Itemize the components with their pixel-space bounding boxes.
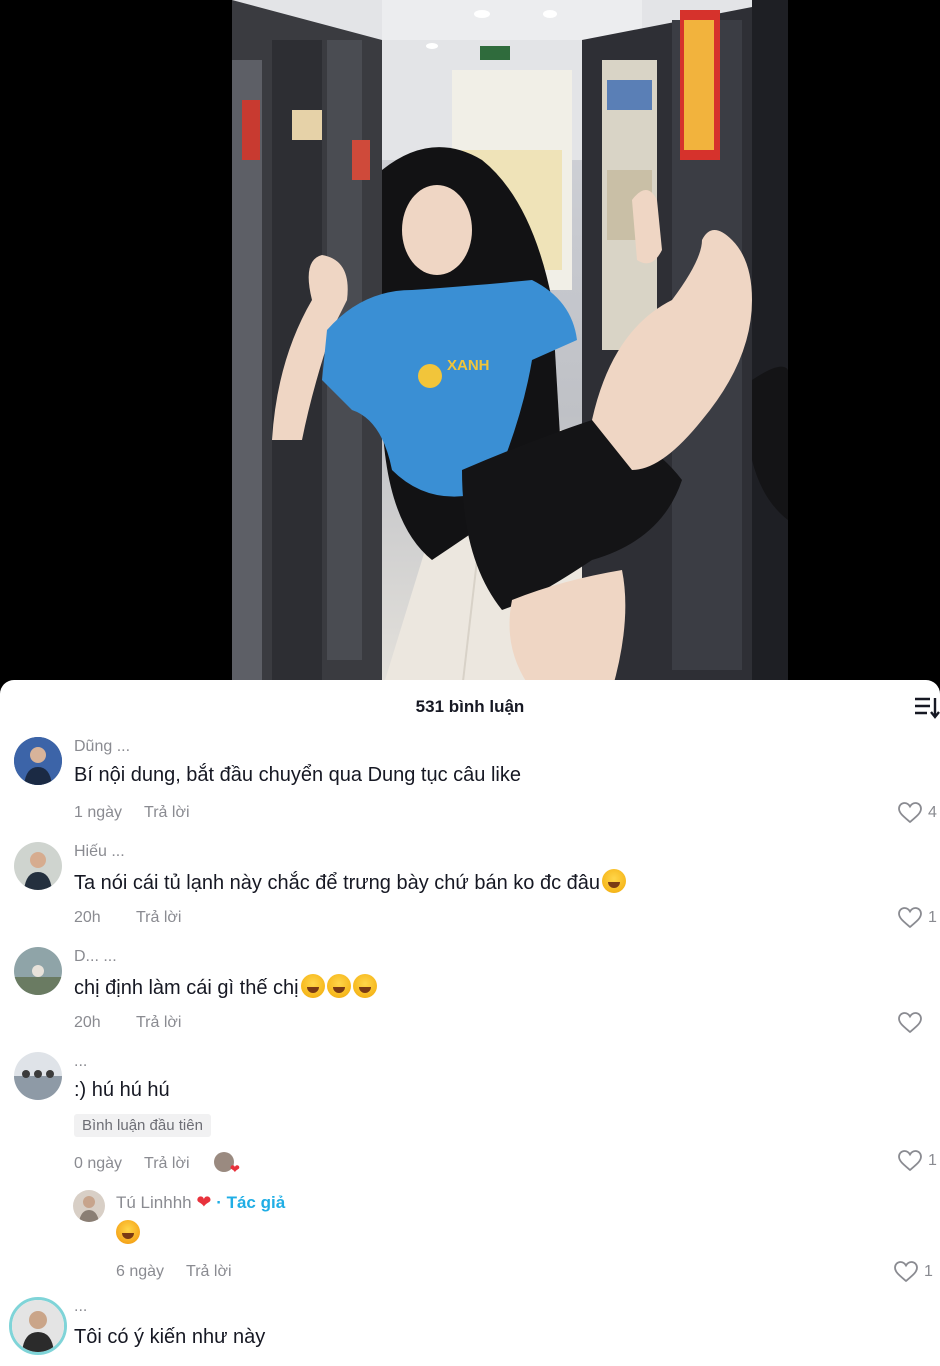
rofl-emoji-icon xyxy=(602,869,626,893)
reply-button[interactable]: Trả lời xyxy=(136,909,181,926)
sort-list-icon[interactable] xyxy=(914,695,940,719)
creator-liked-avatar: ❤ xyxy=(213,1152,240,1176)
like-button[interactable]: 4 xyxy=(898,802,938,824)
avatar[interactable] xyxy=(14,947,62,995)
comment-username: Tú Linhhh ❤ · Tác giả xyxy=(116,1192,285,1213)
reply-button[interactable]: Trả lời xyxy=(144,804,189,821)
laughing-emoji-icon xyxy=(300,974,325,998)
like-count: 1 xyxy=(928,909,937,926)
reply-item: Tú Linhhh ❤ · Tác giả 6 ngày Trả lời 1 xyxy=(0,1190,940,1300)
reply-button[interactable]: Trả lời xyxy=(186,1263,231,1280)
heart-outline-icon xyxy=(898,907,922,929)
comment-item: ... Tôi có ý kiến như này xyxy=(0,1297,940,1366)
comment-username[interactable]: Dũng ... xyxy=(74,738,130,756)
avatar[interactable] xyxy=(14,842,62,890)
comment-item: Dũng ... Bí nội dung, bắt đầu chuyển qua… xyxy=(0,736,940,836)
comment-meta: 20h Trả lời xyxy=(74,909,181,927)
comment-text xyxy=(116,1220,140,1246)
comment-time: 20h xyxy=(74,909,101,926)
comment-time: 1 ngày xyxy=(74,804,123,821)
comment-text-body: chị định làm cái gì thế chị xyxy=(74,977,299,999)
comment-text: Bí nội dung, bắt đầu chuyển qua Dung tục… xyxy=(74,764,521,786)
comment-item: D... ... chị định làm cái gì thế chị 20h… xyxy=(0,946,940,1046)
comment-meta: 20h Trả lời xyxy=(74,1014,181,1032)
comment-meta: 1 ngày Trả lời xyxy=(74,804,190,822)
author-avatar[interactable] xyxy=(73,1190,105,1222)
comments-count-title: 531 bình luận xyxy=(415,697,525,716)
author-tag: · Tác giả xyxy=(216,1193,286,1212)
like-count: 1 xyxy=(928,1152,937,1169)
comment-time: 6 ngày xyxy=(116,1263,165,1280)
like-count: 4 xyxy=(928,804,937,821)
heart-filled-icon: ❤ xyxy=(229,1162,240,1176)
red-heart-emoji-icon: ❤ xyxy=(196,1192,212,1212)
comment-item: Hiếu ... Ta nói cái tủ lạnh này chắc để … xyxy=(0,841,940,941)
comment-username[interactable]: Hiếu ... xyxy=(74,843,125,861)
video-frame[interactable]: XANH xyxy=(232,0,788,690)
like-button[interactable]: 1 xyxy=(898,1150,938,1172)
avatar[interactable] xyxy=(14,1052,62,1100)
heart-outline-icon xyxy=(894,1261,918,1283)
like-count: 1 xyxy=(924,1263,933,1280)
avatar[interactable] xyxy=(9,1297,67,1355)
comment-username[interactable]: D... ... xyxy=(74,948,117,966)
avatar[interactable] xyxy=(14,737,62,785)
comment-text: Tôi có ý kiến như này xyxy=(74,1326,266,1348)
comment-time: 20h xyxy=(74,1014,101,1031)
comment-username[interactable]: ... xyxy=(74,1053,87,1071)
comment-time: 0 ngày xyxy=(74,1155,123,1172)
laughing-emoji-icon xyxy=(352,974,377,998)
heart-outline-icon xyxy=(898,1150,922,1172)
like-button[interactable]: 1 xyxy=(898,907,938,929)
author-name[interactable]: Tú Linhhh xyxy=(116,1193,192,1212)
comment-item: ... :) hú hú hú Bình luận đầu tiên 0 ngà… xyxy=(0,1051,940,1181)
reply-button[interactable]: Trả lời xyxy=(144,1155,189,1172)
comment-meta: 6 ngày Trả lời xyxy=(116,1263,232,1281)
like-button[interactable]: 1 xyxy=(894,1261,934,1283)
comment-text-body: Ta nói cái tủ lạnh này chắc để trưng bày… xyxy=(74,872,600,894)
like-button[interactable] xyxy=(898,1012,938,1034)
laughing-emoji-icon xyxy=(326,974,351,998)
comment-text: chị định làm cái gì thế chị xyxy=(74,974,377,1000)
comment-text: Ta nói cái tủ lạnh này chắc để trưng bày… xyxy=(74,869,626,895)
reply-button[interactable]: Trả lời xyxy=(136,1014,181,1031)
heart-outline-icon xyxy=(898,1012,922,1034)
comment-meta: 0 ngày Trả lời ❤ xyxy=(74,1152,240,1176)
first-comment-badge: Bình luận đầu tiên xyxy=(74,1114,211,1137)
svg-text:XANH: XANH xyxy=(447,357,490,374)
smiling-hearts-emoji-icon xyxy=(116,1220,140,1244)
video-player[interactable]: XANH xyxy=(0,0,940,690)
comment-username[interactable]: ... xyxy=(74,1298,87,1316)
comments-header: 531 bình luận xyxy=(0,680,940,734)
comments-sheet: 531 bình luận Dũng ... Bí nội dung, bắt … xyxy=(0,680,940,1366)
video-still: XANH xyxy=(232,0,788,690)
heart-outline-icon xyxy=(898,802,922,824)
comment-text: :) hú hú hú xyxy=(74,1079,170,1101)
